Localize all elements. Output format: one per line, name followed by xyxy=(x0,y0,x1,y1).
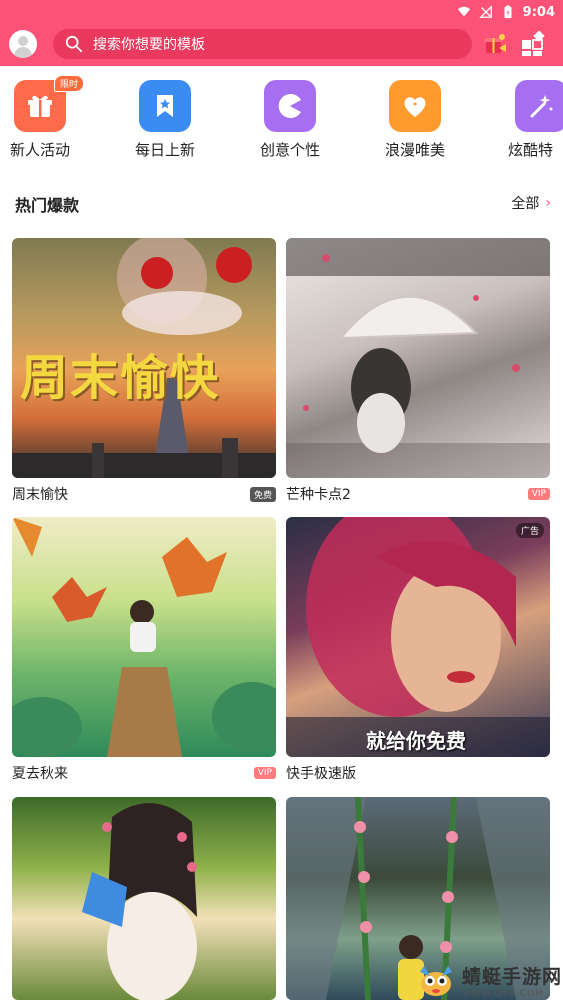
free-badge: 免费 xyxy=(249,486,276,502)
card-title: 快手极速版 xyxy=(286,766,356,782)
search-placeholder: 搜索你想要的模板 xyxy=(93,37,205,53)
section-title: 热门爆款 xyxy=(15,196,80,215)
template-card[interactable]: 周末愉快 周末愉快 免费 xyxy=(12,238,276,508)
category-badge: 限时 xyxy=(53,75,84,92)
watermark-url: WWW.QT6.COM xyxy=(462,989,544,999)
gift-icon: 限时 xyxy=(14,75,84,132)
category-row: 限时 新人活动 每日上新 创意个性 浪漫唯美 炫酷特 xyxy=(0,75,563,170)
category-cool[interactable]: 炫酷特 xyxy=(498,80,563,160)
card-title: 周末愉快 xyxy=(12,487,68,503)
chevron-right-icon: › xyxy=(545,195,551,211)
search-bar[interactable]: 搜索你想要的模板 xyxy=(53,29,472,59)
category-label: 创意个性 xyxy=(259,141,320,159)
dragonfly-logo-icon xyxy=(420,965,452,996)
template-thumbnail xyxy=(12,797,276,1000)
watermark-title: 蜻蜓手游网 xyxy=(462,966,563,988)
ad-badge: 广告 xyxy=(515,523,544,538)
category-label: 每日上新 xyxy=(134,141,195,159)
site-watermark: 蜻蜓手游网 WWW.QT6.COM xyxy=(416,962,562,999)
category-new-user[interactable]: 限时 新人活动 xyxy=(0,75,84,160)
template-card[interactable] xyxy=(12,797,276,1000)
vip-badge: VIP xyxy=(253,767,276,779)
search-icon xyxy=(65,35,83,53)
category-creative[interactable]: 创意个性 xyxy=(250,80,330,160)
forest-butterfly-image xyxy=(82,803,197,1000)
magic-wand-icon xyxy=(515,80,563,132)
wifi-icon xyxy=(457,6,470,17)
template-thumbnail xyxy=(286,238,550,478)
thumbnail-overlay-text: 周末愉快 xyxy=(20,350,221,406)
grid-apps-icon[interactable] xyxy=(520,31,546,57)
category-daily-new[interactable]: 每日上新 xyxy=(125,80,205,160)
category-label: 炫酷特 xyxy=(508,141,554,159)
template-thumbnail: 广告 就给你免费 xyxy=(286,517,550,757)
view-all-label: 全部 xyxy=(511,196,540,212)
template-card[interactable]: 芒种卡点2 VIP xyxy=(286,238,550,508)
battery-icon xyxy=(504,5,512,19)
template-card[interactable]: 夏去秋来 VIP xyxy=(12,517,276,787)
category-label: 新人活动 xyxy=(9,141,70,159)
thumbnail-overlay-text: 就给你免费 xyxy=(366,729,466,753)
view-all-link[interactable]: 全部 › xyxy=(511,193,551,213)
girl-portrait-image xyxy=(286,517,550,757)
card-title: 芒种卡点2 xyxy=(286,487,351,503)
pacman-icon xyxy=(264,80,316,132)
card-title: 夏去秋来 xyxy=(12,766,68,782)
signal-off-icon xyxy=(478,5,492,18)
category-romantic[interactable]: 浪漫唯美 xyxy=(375,80,455,160)
status-time: 9:04 xyxy=(522,4,555,20)
bookmark-star-icon xyxy=(139,80,191,132)
gift-box-icon[interactable] xyxy=(482,31,508,57)
template-card[interactable]: 广告 就给你免费 快手极速版 xyxy=(286,517,550,787)
vip-badge: VIP xyxy=(527,488,550,500)
template-thumbnail: 周末愉快 xyxy=(12,238,276,478)
category-label: 浪漫唯美 xyxy=(384,141,445,159)
umbrella-scene-image xyxy=(286,238,550,478)
template-thumbnail xyxy=(12,517,276,757)
status-bar: 9:04 xyxy=(457,3,555,21)
top-header: 9:04 搜索你想要的模板 xyxy=(0,0,563,66)
hearts-icon xyxy=(389,80,441,132)
avatar[interactable] xyxy=(9,30,37,58)
autumn-boat-image xyxy=(12,517,276,757)
